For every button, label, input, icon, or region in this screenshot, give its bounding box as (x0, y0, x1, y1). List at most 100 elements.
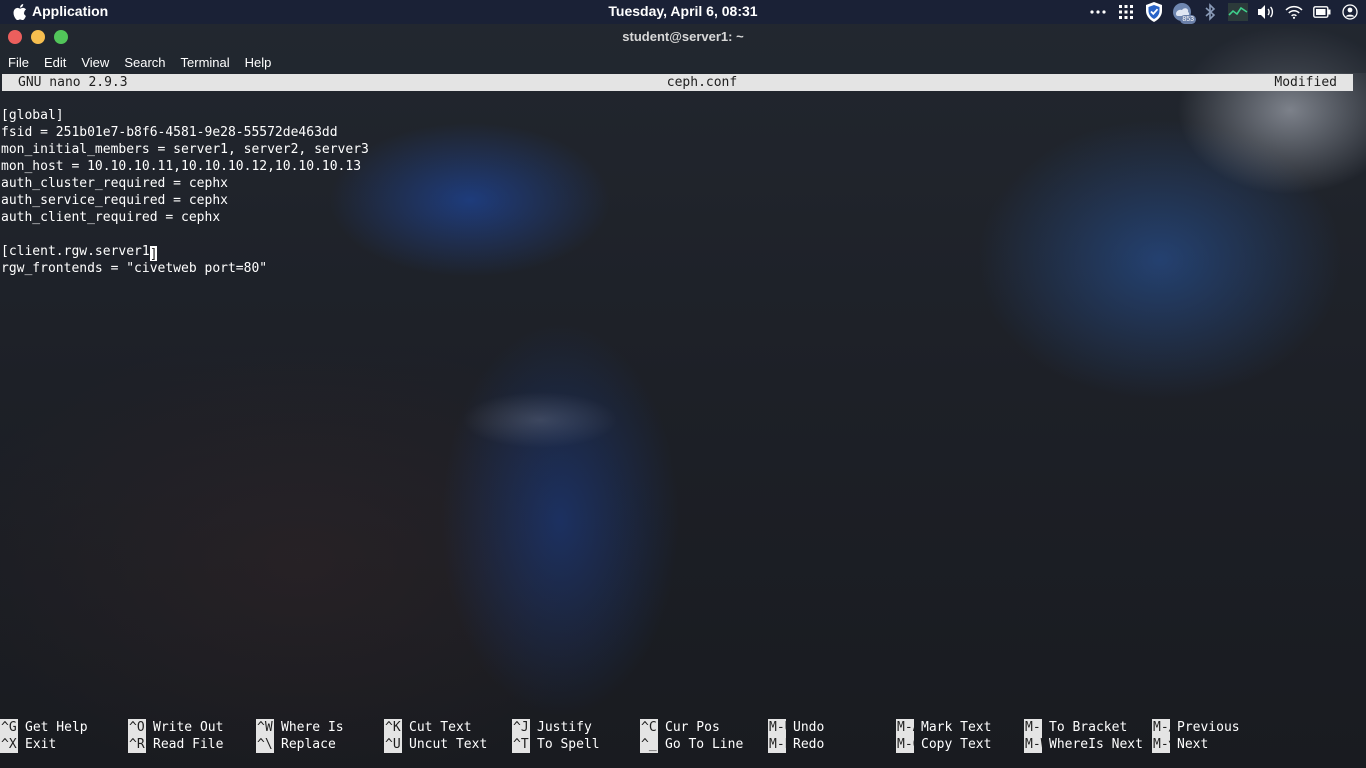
shortcut-item[interactable]: M-U Undo (768, 719, 896, 736)
shortcut-key: ^O (128, 719, 146, 736)
bluetooth-icon[interactable] (1200, 2, 1220, 22)
code-line[interactable]: auth_service_required = cephx (1, 192, 369, 209)
terminal-titlebar[interactable]: student@server1: ~ (0, 24, 1366, 51)
menu-file[interactable]: File (8, 55, 29, 70)
nano-filename: ceph.conf (666, 75, 738, 90)
shortcut-label: Copy Text (921, 737, 992, 752)
code-line[interactable]: rgw_frontends = "civetweb port=80" (1, 260, 369, 277)
shortcut-row: ^X Exit ^R Read File ^\ Replace ^U Uncut Text ^T… (0, 736, 1280, 753)
nano-editor[interactable]: [global] fsid = 251b01e7-b8f6-4581-9e28-… (1, 107, 369, 277)
text-cursor: ] (149, 246, 158, 262)
shortcut-label: Justify (537, 720, 592, 735)
shortcut-item[interactable]: ^O Write Out (128, 719, 256, 736)
shortcut-key: ^\ (256, 736, 274, 753)
shortcut-item[interactable]: M-A Mark Text (896, 719, 1024, 736)
application-menu[interactable]: Application (32, 3, 108, 19)
shortcut-label: Go To Line (665, 737, 744, 752)
code-line[interactable] (1, 226, 369, 243)
shortcut-label: Read File (153, 737, 224, 752)
shortcut-item[interactable]: ^U Uncut Text (384, 736, 512, 753)
shortcut-key: ^_ (640, 736, 658, 753)
menu-view[interactable]: View (81, 55, 109, 70)
system-tray: 853 (1088, 0, 1360, 24)
shortcut-item[interactable]: ^K Cut Text (384, 719, 512, 736)
shortcut-item[interactable]: ^J Justify (512, 719, 640, 736)
shortcut-row: ^G Get Help ^O Write Out ^W Where Is ^K Cut Tex… (0, 719, 1280, 736)
shortcut-label: Undo (793, 720, 825, 735)
shortcut-item[interactable]: M-W WhereIs Next (1024, 736, 1152, 753)
shortcut-label: To Bracket (1049, 720, 1128, 735)
code-line[interactable]: mon_host = 10.10.10.11,10.10.10.12,10.10… (1, 158, 369, 175)
shortcut-key: M-▼ (1152, 736, 1170, 753)
shortcut-item[interactable]: ^T To Spell (512, 736, 640, 753)
shortcut-item[interactable]: ^G Get Help (0, 719, 128, 736)
shortcut-key: M-E (768, 736, 786, 753)
shortcut-key: ^K (384, 719, 402, 736)
shortcut-item[interactable]: ^X Exit (0, 736, 128, 753)
menu-terminal[interactable]: Terminal (181, 55, 230, 70)
shortcut-item[interactable]: M-▼ Next (1152, 736, 1280, 753)
shortcut-item[interactable]: ^W Where Is (256, 719, 384, 736)
shortcut-key: ^R (128, 736, 146, 753)
shortcut-key: ^T (512, 736, 530, 753)
shortcut-item[interactable]: ^C Cur Pos (640, 719, 768, 736)
shortcut-label: Mark Text (921, 720, 992, 735)
top-panel: Application Tuesday, April 6, 08:31 853 (0, 0, 1366, 24)
shortcut-key: ^G (0, 719, 18, 736)
shortcut-label: Get Help (25, 720, 88, 735)
battery-icon[interactable] (1312, 2, 1332, 22)
shortcut-label: Write Out (153, 720, 224, 735)
weather-badge: 853 (1180, 15, 1196, 24)
more-icon[interactable] (1088, 2, 1108, 22)
code-line[interactable]: auth_client_required = cephx (1, 209, 369, 226)
nano-header-bar: GNU nano 2.9.3 ceph.conf Modified (2, 74, 1353, 91)
menu-help[interactable]: Help (245, 55, 272, 70)
shortcut-label: Exit (25, 737, 57, 752)
shortcut-label: Replace (281, 737, 336, 752)
shortcut-item[interactable]: M-▲ Previous (1152, 719, 1280, 736)
terminal-menubar: File Edit View Search Terminal Help (0, 51, 1366, 73)
code-line[interactable]: mon_initial_members = server1, server2, … (1, 141, 369, 158)
apps-grid-icon[interactable] (1116, 2, 1136, 22)
shortcut-key: ^C (640, 719, 658, 736)
window-title: student@server1: ~ (622, 29, 744, 44)
shortcut-key: M-A (896, 719, 914, 736)
shortcut-key: ^W (256, 719, 274, 736)
code-line-text: [client.rgw.server1 (1, 244, 150, 259)
shortcut-key: M-6 (896, 736, 914, 753)
shortcut-item[interactable]: M-] To Bracket (1024, 719, 1152, 736)
code-line[interactable]: [global] (1, 107, 369, 124)
shortcut-key: ^X (0, 736, 18, 753)
shortcut-key: M-U (768, 719, 786, 736)
shortcut-label: Uncut Text (409, 737, 488, 752)
shortcut-item[interactable]: ^R Read File (128, 736, 256, 753)
shortcut-item[interactable]: M-6 Copy Text (896, 736, 1024, 753)
shortcut-label: Previous (1177, 720, 1240, 735)
shortcut-label: To Spell (537, 737, 600, 752)
shortcut-label: Cur Pos (665, 720, 720, 735)
menu-search[interactable]: Search (124, 55, 165, 70)
nano-shortcut-bar: ^G Get Help ^O Write Out ^W Where Is ^K Cut Tex… (0, 719, 1280, 753)
shortcut-key: M-▲ (1152, 719, 1170, 736)
weather-icon[interactable]: 853 (1172, 2, 1196, 24)
shortcut-item[interactable]: ^\ Replace (256, 736, 384, 753)
shortcut-label: Redo (793, 737, 825, 752)
code-line[interactable]: fsid = 251b01e7-b8f6-4581-9e28-55572de46… (1, 124, 369, 141)
shield-icon[interactable] (1144, 2, 1164, 22)
shortcut-label: Next (1177, 737, 1209, 752)
shortcut-label: Cut Text (409, 720, 472, 735)
volume-icon[interactable] (1256, 2, 1276, 22)
shortcut-item[interactable]: ^_ Go To Line (640, 736, 768, 753)
code-line-current[interactable]: [client.rgw.server1] (1, 243, 369, 262)
wifi-icon[interactable] (1284, 2, 1304, 22)
system-monitor-icon[interactable] (1228, 2, 1248, 22)
shortcut-key: M-] (1024, 719, 1042, 736)
shortcut-key: ^J (512, 719, 530, 736)
menu-edit[interactable]: Edit (44, 55, 66, 70)
shortcut-key: ^U (384, 736, 402, 753)
clock[interactable]: Tuesday, April 6, 08:31 (608, 3, 757, 19)
user-account-icon[interactable] (1340, 2, 1360, 22)
shortcut-item[interactable]: M-E Redo (768, 736, 896, 753)
apple-icon[interactable] (13, 4, 27, 20)
code-line[interactable]: auth_cluster_required = cephx (1, 175, 369, 192)
